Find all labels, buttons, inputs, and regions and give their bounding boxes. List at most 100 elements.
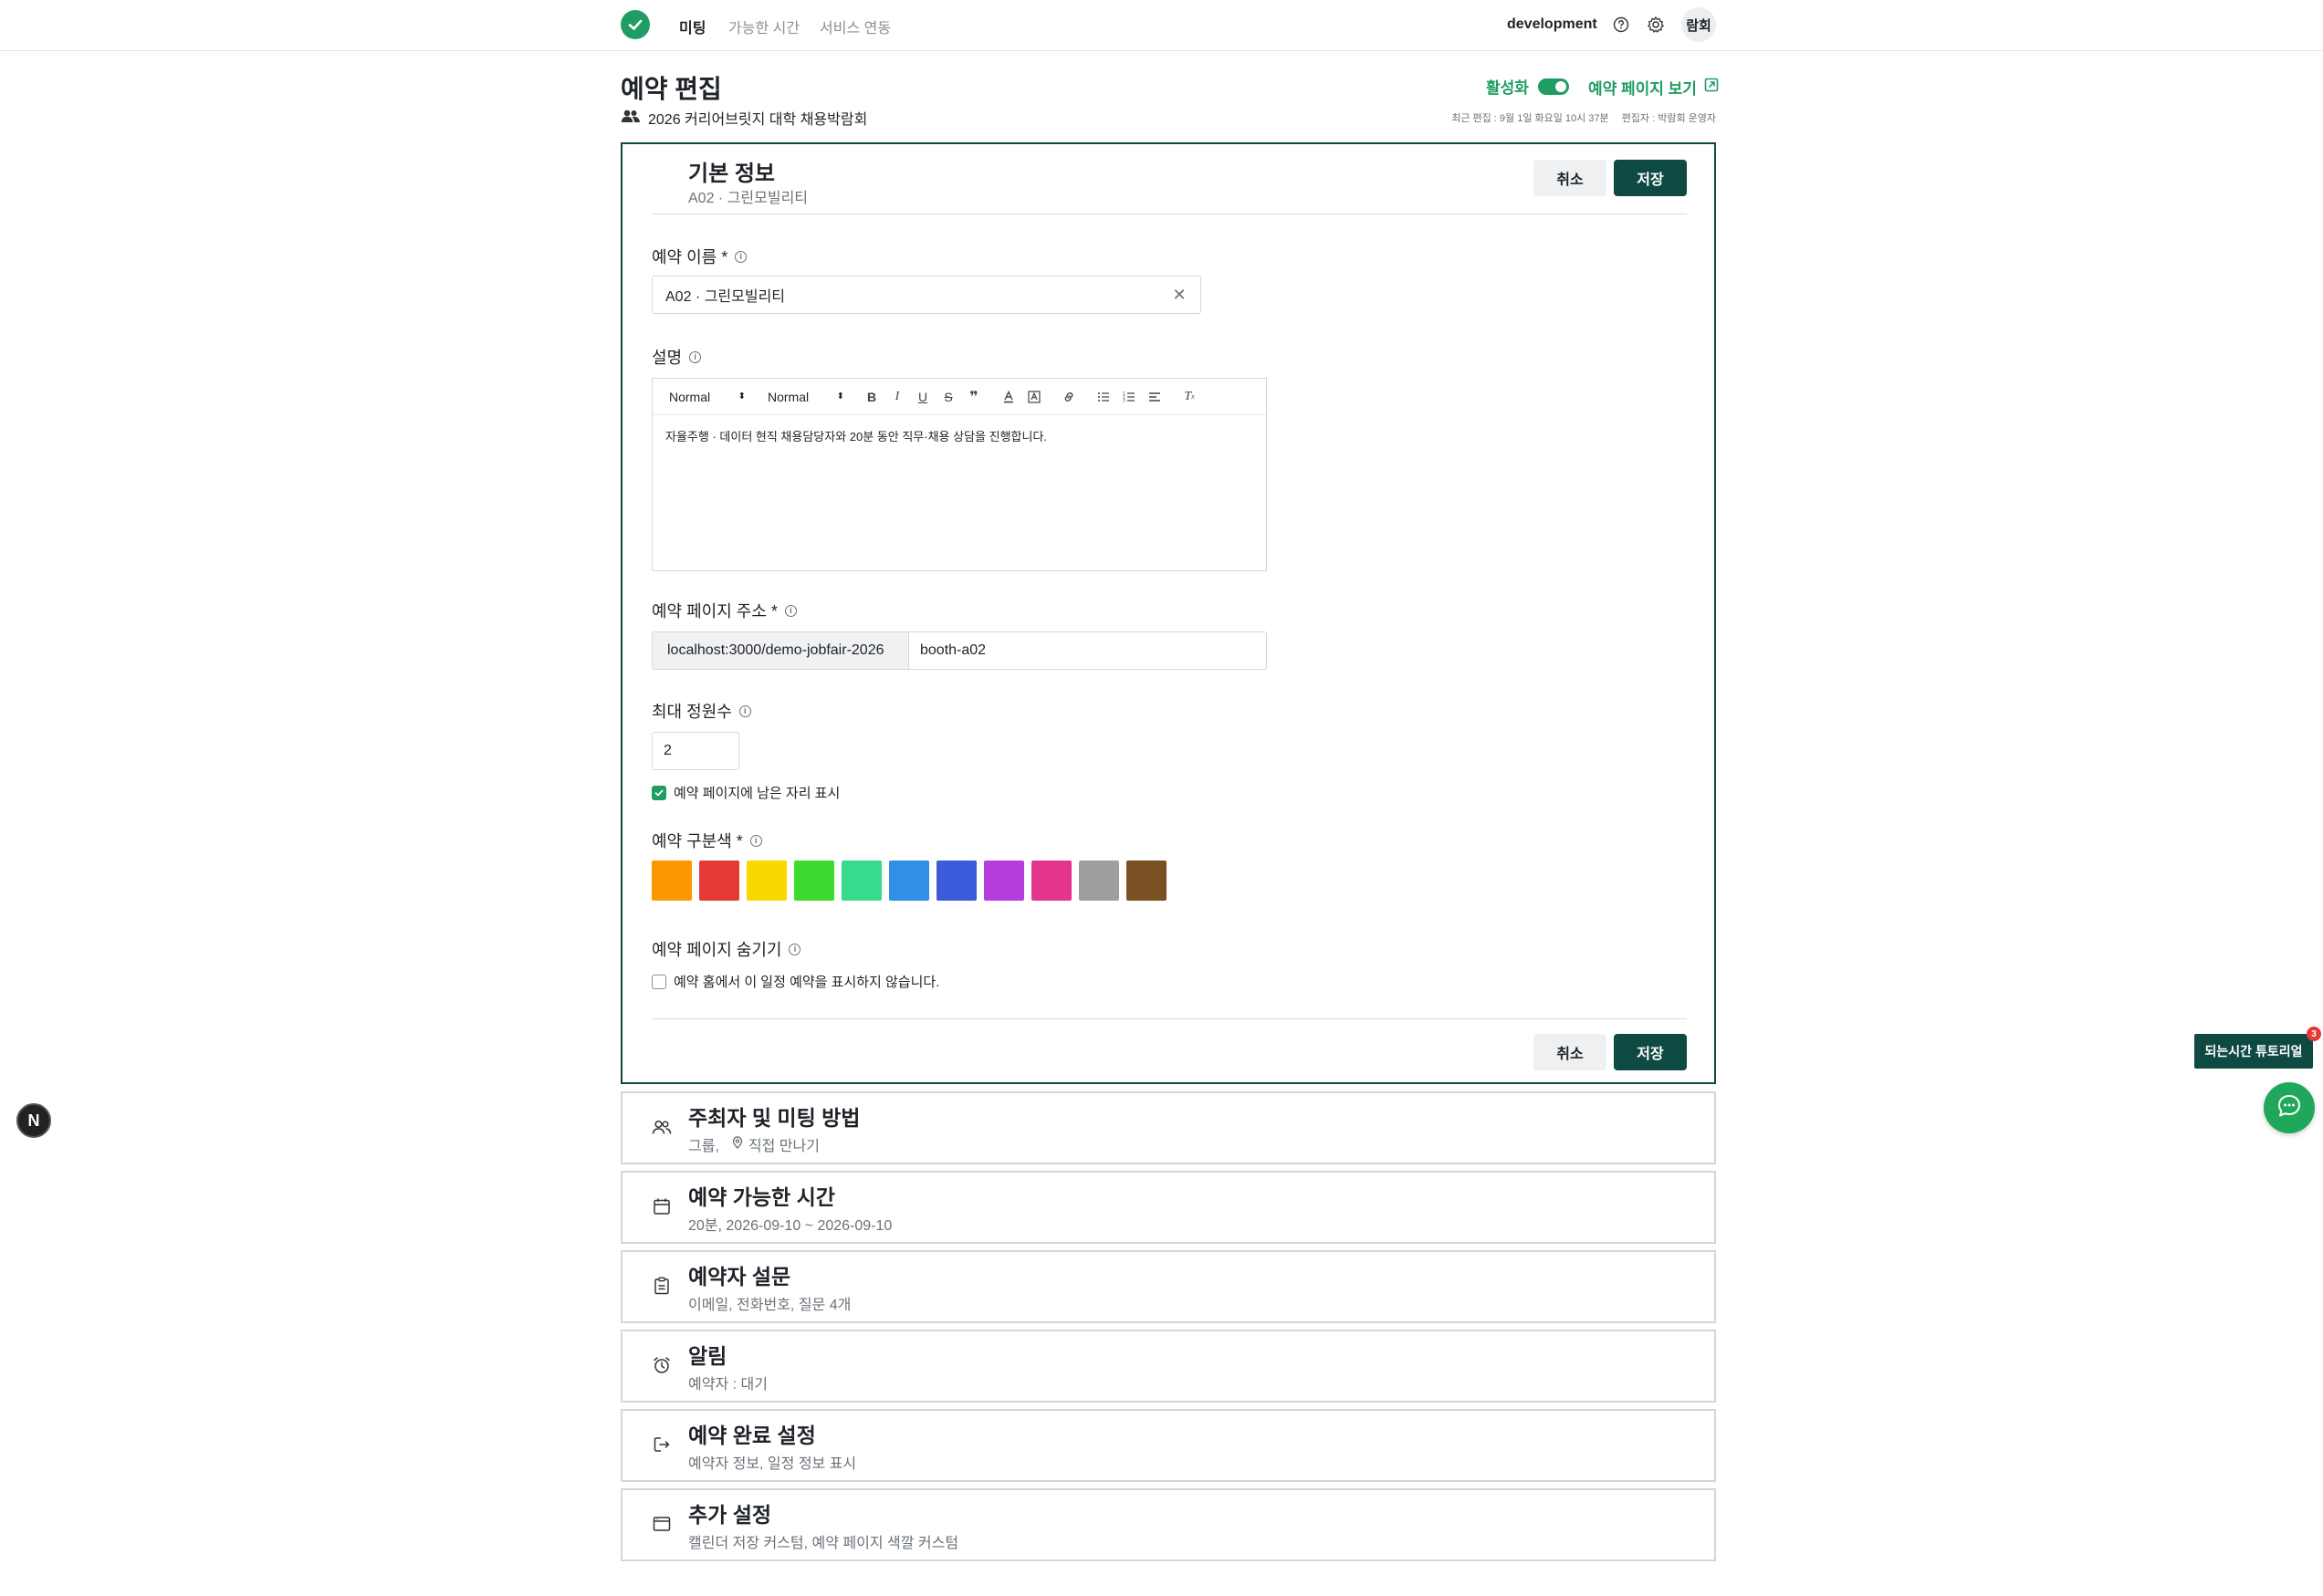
- color-swatch[interactable]: [699, 861, 739, 901]
- booking-name-input[interactable]: A02 · 그린모빌리티: [652, 276, 1201, 314]
- section-title: 주최자 및 미팅 방법: [688, 1106, 861, 1130]
- section-completion-settings[interactable]: 예약 완료 설정 예약자 정보, 일정 정보 표시: [621, 1409, 1716, 1482]
- nav-meetings[interactable]: 미팅: [679, 16, 706, 37]
- info-icon[interactable]: i: [735, 250, 748, 263]
- capacity-input[interactable]: 2: [652, 732, 739, 770]
- underline-icon[interactable]: U: [910, 385, 936, 409]
- italic-icon[interactable]: I: [884, 385, 910, 409]
- top-navigation: 미팅 가능한 시간 서비스 연동 development 람회: [0, 0, 2323, 51]
- help-icon[interactable]: [1611, 15, 1631, 35]
- select-arrows-icon: ⬍: [836, 391, 844, 402]
- strikethrough-icon[interactable]: S: [936, 385, 961, 409]
- color-swatch[interactable]: [747, 861, 787, 901]
- bullet-list-icon[interactable]: [1091, 385, 1116, 409]
- settings-gear-icon[interactable]: [1646, 15, 1666, 35]
- color-swatch[interactable]: [652, 861, 692, 901]
- section-summary: 예약자 : 대기: [688, 1377, 768, 1393]
- section-summary: 예약자 정보, 일정 정보 표시: [688, 1456, 857, 1472]
- align-icon[interactable]: [1142, 385, 1167, 409]
- description-text[interactable]: 자율주행 · 데이터 현직 채용담당자와 20분 동안 직무·채용 상담을 진행…: [653, 415, 1266, 459]
- hide-row[interactable]: 예약 홈에서 이 일정 예약을 표시하지 않습니다.: [652, 972, 939, 991]
- show-remaining-row[interactable]: 예약 페이지에 남은 자리 표시: [652, 783, 840, 802]
- blockquote-icon[interactable]: ❞: [961, 385, 987, 409]
- url-slug-input[interactable]: booth-a02: [908, 631, 1267, 670]
- form-icon: [652, 1276, 672, 1296]
- basic-info-title: 기본 정보: [688, 162, 775, 186]
- hide-checkbox[interactable]: [652, 974, 666, 989]
- app-logo-icon[interactable]: [621, 10, 650, 39]
- calendar-icon: [652, 1196, 672, 1216]
- color-swatch[interactable]: [794, 861, 834, 901]
- color-swatch[interactable]: [1126, 861, 1167, 901]
- svg-text:3: 3: [1123, 398, 1125, 403]
- save-button-top[interactable]: 저장: [1614, 160, 1687, 196]
- link-icon[interactable]: [1056, 385, 1082, 409]
- editor-text: 편집자 : 박람회 운영자: [1621, 113, 1716, 124]
- color-label-text: 예약 구분색 *: [652, 832, 743, 850]
- tutorial-count-badge: 3: [2307, 1027, 2321, 1041]
- clear-format-icon[interactable]: Tx: [1177, 385, 1202, 409]
- bold-icon[interactable]: B: [859, 385, 884, 409]
- info-icon[interactable]: i: [749, 834, 762, 847]
- name-label-text: 예약 이름 *: [652, 248, 728, 266]
- nav-availability[interactable]: 가능한 시간: [728, 16, 800, 37]
- summary-group: 그룹,: [688, 1139, 719, 1154]
- user-avatar[interactable]: 람회: [1681, 7, 1716, 42]
- view-booking-page-link[interactable]: 예약 페이지 보기: [1588, 76, 1719, 99]
- section-additional-settings[interactable]: 추가 설정 캘린더 저장 커스텀, 예약 페이지 색깔 커스텀: [621, 1488, 1716, 1561]
- color-swatches: [652, 861, 1167, 901]
- color-swatch[interactable]: [937, 861, 977, 901]
- info-icon[interactable]: i: [784, 604, 797, 617]
- chat-button[interactable]: [2264, 1082, 2315, 1133]
- active-label: 활성화: [1486, 79, 1529, 97]
- section-summary: 20분, 2026-09-10 ~ 2026-09-10: [688, 1218, 893, 1234]
- capacity-label-text: 최대 정원수: [652, 703, 732, 721]
- font-select[interactable]: Normal ⬍: [662, 385, 751, 409]
- external-link-icon: [1704, 78, 1719, 97]
- info-icon[interactable]: i: [738, 704, 751, 717]
- section-notifications[interactable]: 알림 예약자 : 대기: [621, 1330, 1716, 1403]
- save-button-bottom[interactable]: 저장: [1614, 1034, 1687, 1070]
- active-toggle-group[interactable]: 활성화: [1486, 75, 1569, 98]
- clear-input-icon[interactable]: ✕: [1170, 286, 1188, 304]
- tutorial-button[interactable]: 되는시간 튜토리얼: [2194, 1034, 2313, 1069]
- text-color-icon[interactable]: [996, 385, 1021, 409]
- window-icon: [652, 1514, 672, 1534]
- section-title: 예약자 설문: [688, 1265, 791, 1288]
- last-edited-text: 최근 편집 : 9월 1일 화요일 10시 37분: [1451, 113, 1609, 124]
- url-prefix: localhost:3000/demo-jobfair-2026: [652, 631, 909, 670]
- view-page-label: 예약 페이지 보기: [1588, 80, 1697, 98]
- basic-info-subtitle: A02 · 그린모빌리티: [688, 191, 809, 206]
- nav-integrations[interactable]: 서비스 연동: [820, 16, 891, 37]
- hide-label-text: 예약 페이지 숨기기: [652, 941, 782, 959]
- section-booker-survey[interactable]: 예약자 설문 이메일, 전화번호, 질문 4개: [621, 1250, 1716, 1323]
- ordered-list-icon[interactable]: 123: [1116, 385, 1142, 409]
- description-rich-text-editor[interactable]: Normal ⬍ Normal ⬍ B I U S ❞ 1 2 3 T x 자율…: [652, 378, 1267, 571]
- section-available-time[interactable]: 예약 가능한 시간 20분, 2026-09-10 ~ 2026-09-10: [621, 1171, 1716, 1244]
- size-select[interactable]: Normal ⬍: [760, 385, 850, 409]
- info-icon[interactable]: i: [689, 350, 702, 363]
- nextjs-dev-badge[interactable]: N: [16, 1103, 51, 1138]
- cancel-button-bottom[interactable]: 취소: [1533, 1034, 1606, 1070]
- color-swatch[interactable]: [889, 861, 929, 901]
- color-swatch[interactable]: [842, 861, 882, 901]
- active-toggle[interactable]: [1537, 78, 1569, 95]
- color-swatch[interactable]: [984, 861, 1024, 901]
- section-host-meeting-method[interactable]: 주최자 및 미팅 방법 그룹, 직접 만나기: [621, 1091, 1716, 1164]
- font-select-value: Normal: [669, 389, 711, 404]
- section-title: 예약 가능한 시간: [688, 1185, 835, 1209]
- capacity-field-label: 최대 정원수 i: [652, 699, 751, 723]
- show-remaining-checkbox[interactable]: [652, 785, 666, 800]
- section-title: 추가 설정: [688, 1503, 772, 1527]
- color-field-label: 예약 구분색 * i: [652, 829, 762, 852]
- background-color-icon[interactable]: [1021, 385, 1047, 409]
- description-field-label: 설명 i: [652, 345, 702, 369]
- location-pin-icon: [732, 1135, 743, 1153]
- environment-label: development: [1507, 16, 1597, 32]
- cancel-button-top[interactable]: 취소: [1533, 160, 1606, 196]
- color-swatch[interactable]: [1031, 861, 1072, 901]
- color-swatch[interactable]: [1079, 861, 1119, 901]
- info-icon[interactable]: i: [789, 943, 801, 955]
- summary-method: 직접 만나기: [748, 1139, 820, 1154]
- url-field-label: 예약 페이지 주소 * i: [652, 599, 797, 622]
